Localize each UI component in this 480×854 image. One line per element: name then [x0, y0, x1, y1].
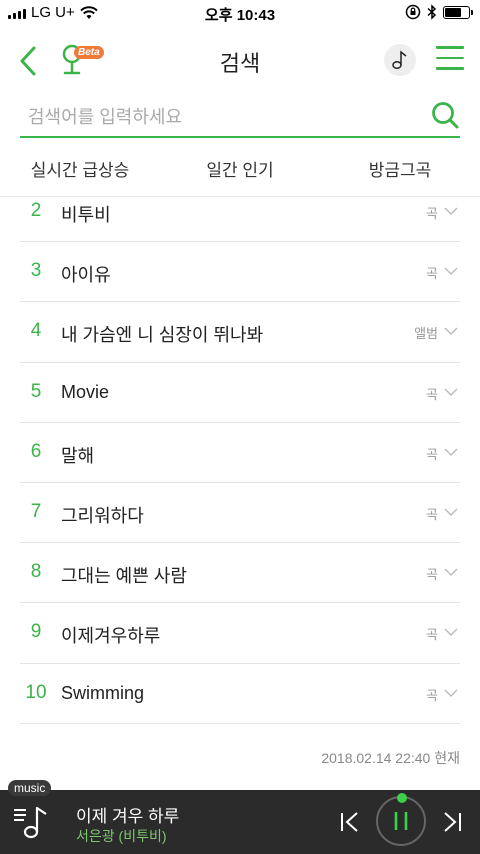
- chevron-down-icon[interactable]: [444, 507, 458, 517]
- chevron-down-icon[interactable]: [444, 387, 458, 397]
- result-type-label: 곡: [426, 506, 438, 522]
- result-type-label: 곡: [426, 687, 438, 703]
- rotation-lock-icon: [405, 4, 421, 20]
- chevron-down-icon[interactable]: [444, 688, 458, 698]
- playback-progress-dot[interactable]: [397, 793, 407, 803]
- keyword-title: 말해: [61, 445, 95, 466]
- now-playing-title: 이제 겨우 하루: [76, 807, 180, 826]
- search-bar: [20, 96, 460, 138]
- pause-icon: [394, 812, 408, 830]
- chart-row[interactable]: 10 Swimming 곡: [20, 664, 460, 724]
- result-type-label: 앨범: [414, 326, 438, 342]
- playlist-icon[interactable]: [12, 804, 52, 840]
- music-tag: music: [8, 780, 52, 796]
- result-type-label: 곡: [426, 206, 438, 221]
- chevron-down-icon[interactable]: [444, 266, 458, 276]
- chart-row[interactable]: 2 비투비 곡: [20, 182, 460, 243]
- keyword-title: Movie: [61, 381, 110, 402]
- music-note-icon: [392, 50, 407, 70]
- keyword-title: 그리워하다: [61, 505, 144, 526]
- chart-row[interactable]: 5 Movie 곡: [20, 363, 460, 423]
- result-type-label: 곡: [426, 567, 438, 583]
- bluetooth-icon: [427, 4, 437, 20]
- menu-button[interactable]: [436, 46, 464, 72]
- music-recognition-button[interactable]: [384, 44, 416, 76]
- chevron-down-icon[interactable]: [444, 206, 458, 216]
- rank-number: 7: [30, 500, 42, 522]
- chart-row[interactable]: 6 말해 곡: [20, 423, 460, 483]
- rank-number: 6: [30, 440, 42, 462]
- next-track-button[interactable]: [440, 810, 464, 834]
- search-icon[interactable]: [430, 100, 460, 130]
- keyword-title: 비투비: [61, 205, 111, 225]
- keyword-title: Swimming: [61, 682, 145, 703]
- menu-icon: [436, 46, 464, 49]
- chevron-down-icon[interactable]: [444, 326, 458, 336]
- rank-number: 4: [30, 320, 42, 342]
- rank-number: 9: [30, 621, 42, 643]
- search-input[interactable]: [28, 102, 418, 132]
- chart-row[interactable]: 7 그리워하다 곡: [20, 483, 460, 544]
- pause-button[interactable]: [376, 796, 426, 846]
- result-type-label: 곡: [426, 446, 438, 462]
- rank-number: 8: [30, 561, 42, 583]
- rank-number: 2: [30, 200, 42, 221]
- chevron-down-icon[interactable]: [444, 627, 458, 637]
- result-type-label: 곡: [426, 266, 438, 282]
- result-type-label: 곡: [426, 627, 438, 643]
- mini-player[interactable]: 이제 겨우 하루 서은광 (비투비): [0, 790, 480, 854]
- keyword-title: 이제겨우하루: [61, 626, 161, 647]
- header: Beta 검색: [0, 28, 480, 92]
- result-type-label: 곡: [426, 386, 438, 402]
- keyword-title: 그대는 예쁜 사람: [61, 566, 187, 587]
- chart-row[interactable]: 8 그대는 예쁜 사람 곡: [20, 543, 460, 604]
- chevron-down-icon[interactable]: [444, 567, 458, 577]
- chart-timestamp: 2018.02.14 22:40 현재: [321, 750, 460, 766]
- chart-row[interactable]: 4 내 가슴엔 니 심장이 뛰나봐 앨범: [20, 302, 460, 363]
- keyword-title: 아이유: [61, 265, 111, 286]
- battery-icon: [443, 5, 473, 19]
- previous-track-button[interactable]: [338, 810, 362, 834]
- chevron-down-icon[interactable]: [444, 447, 458, 457]
- chart-row[interactable]: 9 이제겨우하루 곡: [20, 603, 460, 664]
- rank-number: 5: [30, 380, 42, 402]
- chart-row[interactable]: 3 아이유 곡: [20, 242, 460, 303]
- rank-number: 10: [25, 681, 47, 703]
- chart-list: 2 비투비 곡 3 아이유 곡 4 내 가슴엔 니 심장이 뛰나봐 앨범 5 Movie 곡 6 말해 곡 7…: [20, 182, 460, 724]
- rank-number: 3: [30, 260, 42, 282]
- status-bar: LG U+ 오후 10:43: [0, 0, 480, 28]
- now-playing-artist: 서은광 (비투비): [76, 828, 167, 844]
- keyword-title: 내 가슴엔 니 심장이 뛰나봐: [61, 325, 264, 346]
